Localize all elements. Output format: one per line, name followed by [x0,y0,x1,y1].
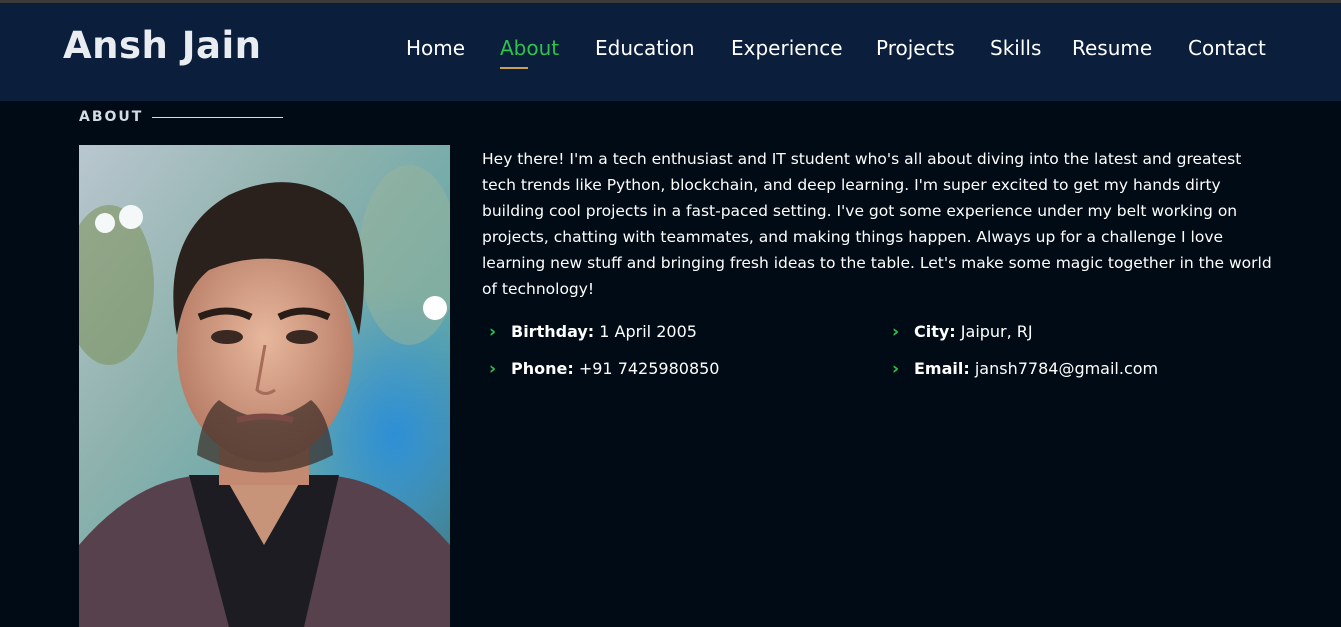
nav-about[interactable]: About [500,36,559,60]
info-value[interactable]: jansh7784@gmail.com [970,359,1158,378]
info-value: Jaipur, RJ [955,322,1033,341]
nav-resume[interactable]: Resume [1072,36,1152,60]
active-nav-underline [500,67,528,69]
section-title: ABOUT [79,109,144,125]
section-title-rule [152,117,283,118]
info-city: › City: Jaipur, RJ [892,322,1033,342]
info-phone: › Phone: +91 7425980850 [489,359,719,379]
info-key: City: [914,322,956,341]
nav-education[interactable]: Education [595,36,695,60]
profile-photo [79,145,450,627]
chevron-right-icon: › [489,359,497,379]
main-nav: Home About Education Experience Projects… [0,36,1341,76]
scroll-indicator[interactable] [423,296,447,320]
chevron-right-icon: › [892,322,900,342]
info-birthday: › Birthday: 1 April 2005 [489,322,697,342]
info-email: › Email: jansh7784@gmail.com [892,359,1158,379]
nav-contact[interactable]: Contact [1188,36,1266,60]
info-key: Email: [914,359,970,378]
chevron-right-icon: › [489,322,497,342]
nav-experience[interactable]: Experience [731,36,843,60]
chevron-right-icon: › [892,359,900,379]
nav-home[interactable]: Home [406,36,465,60]
nav-projects[interactable]: Projects [876,36,955,60]
info-value[interactable]: +91 7425980850 [574,359,720,378]
about-bio: Hey there! I'm a tech enthusiast and IT … [482,150,1272,298]
info-value: 1 April 2005 [594,322,697,341]
info-key: Birthday: [511,322,595,341]
info-key: Phone: [511,359,574,378]
nav-skills[interactable]: Skills [990,36,1041,60]
